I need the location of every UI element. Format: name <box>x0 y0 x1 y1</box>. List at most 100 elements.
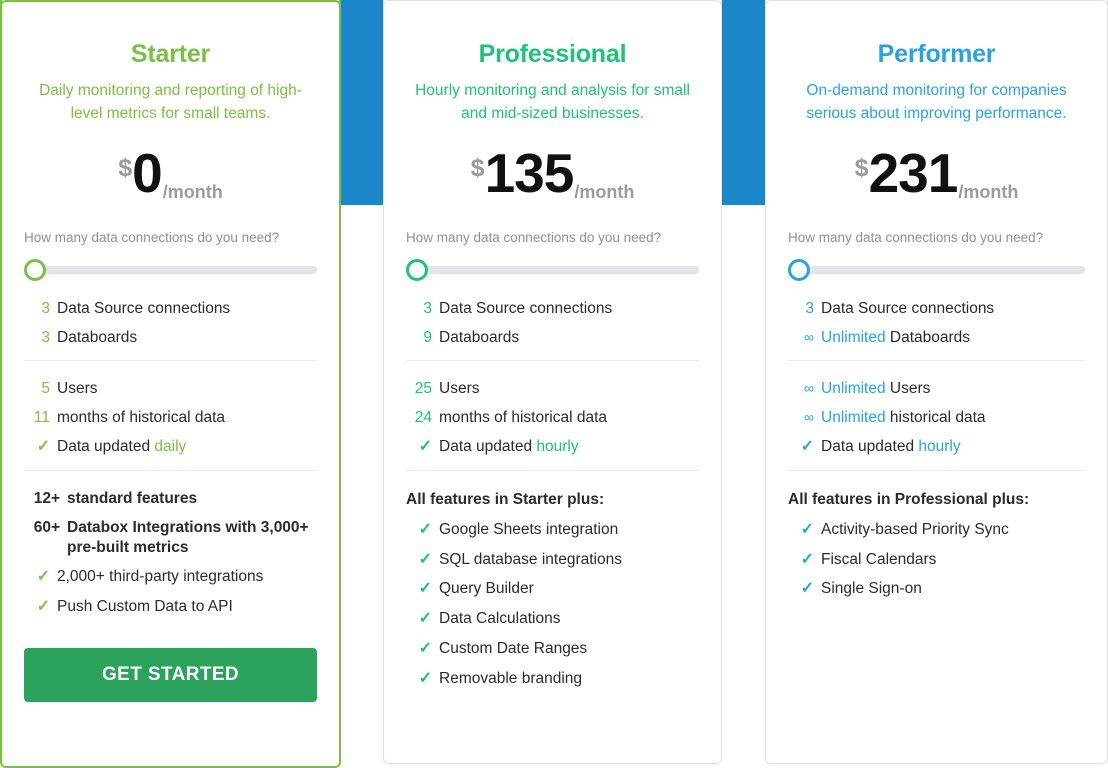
feature-row: 24 months of historical data <box>406 408 699 428</box>
feature-label: Users <box>57 379 98 397</box>
feature-row: ✓ Custom Date Ranges <box>406 639 699 660</box>
check-icon: ✓ <box>418 669 432 687</box>
divider-2-professional <box>406 469 699 471</box>
price-amount-starter: 0 <box>132 141 163 204</box>
check-icon: ✓ <box>36 438 50 456</box>
numbered-features-starter: 12+ standard features 60+ Databox Integrati… <box>24 489 317 558</box>
slider-question-performer: How many data connections do you need? <box>788 229 1044 245</box>
slider-knob-icon-performer[interactable] <box>788 258 810 281</box>
feature-quantity: 9 <box>423 328 432 346</box>
feature-group-usage-performer: ∞ Unlimited Users ∞ Unlimited historical da… <box>788 379 1085 458</box>
feature-label: Fiscal Calendars <box>821 550 937 568</box>
feature-row: ✓ Activity-based Priority Sync <box>788 520 1085 541</box>
feature-label: Data Source connections <box>821 299 995 317</box>
slider-track-professional[interactable] <box>422 265 699 274</box>
feature-quantity: 12+ <box>33 489 60 507</box>
price-currency-starter: $ <box>118 153 133 182</box>
feature-group-usage-professional: 25 Users 24 months of historical data ✓ Data … <box>406 379 699 458</box>
price-period-professional: /month <box>574 181 635 202</box>
feature-row: ✓ Google Sheets integration <box>406 520 699 541</box>
feature-group-connections-professional: 3 Data Source connections 9 Databoards <box>406 299 699 348</box>
slider-knob-icon-starter[interactable] <box>24 258 46 281</box>
feature-quantity: 3 <box>41 328 50 346</box>
connections-slider-performer[interactable] <box>788 258 1085 281</box>
check-icon: ✓ <box>800 438 814 456</box>
slider-question-professional: How many data connections do you need? <box>406 229 662 245</box>
feature-group-usage-starter: 5 Users 11 months of historical data ✓ Data u… <box>24 379 317 458</box>
feature-highlight: daily <box>154 438 187 456</box>
feature-row: 5 Users <box>24 379 317 399</box>
feature-highlight: hourly <box>536 438 579 456</box>
feature-row: 60+ Databox Integrations with 3,000+ pre-… <box>24 518 317 558</box>
feature-label: Activity-based Priority Sync <box>821 520 1009 538</box>
feature-row: ∞ Unlimited Databoards <box>788 328 1085 348</box>
price-period-performer: /month <box>958 181 1019 202</box>
feature-highlight: Unlimited <box>821 379 890 397</box>
feature-row: 3 Data Source connections <box>406 299 699 319</box>
feature-label: Users <box>439 379 480 397</box>
feature-label: Data Calculations <box>439 610 561 628</box>
check-icon: ✓ <box>418 610 432 628</box>
slider-track-performer[interactable] <box>804 265 1085 274</box>
pricing-card-performer: Performer On-demand monitoring for compan… <box>765 0 1108 764</box>
divider-2-starter <box>24 469 317 471</box>
plan-title-starter: Starter <box>130 40 211 68</box>
price-amount-performer: 231 <box>868 141 959 204</box>
feature-row: ✓ Query Builder <box>406 579 699 600</box>
feature-label: Data updated daily <box>57 438 187 456</box>
feature-label: Data updated hourly <box>439 438 579 456</box>
feature-label: Unlimited historical data <box>821 408 986 426</box>
feature-quantity: 11 <box>33 408 50 426</box>
plan-description-performer: On-demand monitoring for companies serio… <box>806 82 1067 123</box>
features-heading-professional: All features in Starter plus: <box>406 490 605 508</box>
feature-row: 3 Data Source connections <box>788 299 1085 319</box>
feature-label: 2,000+ third-party integrations <box>57 568 264 586</box>
feature-row: ✓ Removable branding <box>406 669 699 690</box>
check-icon: ✓ <box>36 568 50 586</box>
feature-label: Unlimited Users <box>821 379 931 397</box>
check-icon: ✓ <box>800 550 814 568</box>
get-started-button-starter[interactable]: GET STARTED <box>24 647 317 702</box>
card-content-performer: Performer On-demand monitoring for compan… <box>766 40 1107 600</box>
feature-row: ✓ Data Calculations <box>406 609 699 630</box>
price-currency-professional: $ <box>470 153 485 182</box>
feature-label: Custom Date Ranges <box>439 640 588 658</box>
feature-label: Unlimited Databoards <box>821 328 971 346</box>
feature-row: ∞ Unlimited Users <box>788 379 1085 399</box>
feature-label: Data updated hourly <box>821 438 961 456</box>
feature-label: Databoards <box>439 328 520 346</box>
checked-features-professional: ✓ Google Sheets integration ✓ SQL database … <box>406 520 699 690</box>
price-amount-professional: 135 <box>484 141 575 204</box>
divider-2-performer <box>788 469 1085 471</box>
feature-group-connections-starter: 3 Data Source connections 3 Databoards <box>24 299 317 348</box>
check-icon: ✓ <box>418 580 432 598</box>
pricing-page: Starter Daily monitoring and reporting of… <box>0 0 1108 768</box>
slider-knob-icon-professional[interactable] <box>406 258 428 281</box>
connections-slider-professional[interactable] <box>406 258 699 281</box>
feature-quantity: 5 <box>41 379 50 397</box>
connections-slider-starter[interactable] <box>24 258 317 281</box>
feature-label: Databoards <box>57 328 138 346</box>
feature-row: ✓ 2,000+ third-party integrations <box>24 567 317 588</box>
card-content-starter: Starter Daily monitoring and reporting of… <box>2 40 339 702</box>
feature-label: SQL database integrations <box>439 550 622 568</box>
checked-features-performer: ✓ Activity-based Priority Sync ✓ Fiscal Cal… <box>788 520 1085 600</box>
slider-track-starter[interactable] <box>40 265 317 274</box>
price-performer: $231/month <box>788 141 1085 210</box>
feature-row: ✓ Fiscal Calendars <box>788 550 1085 571</box>
pricing-card-list: Starter Daily monitoring and reporting of… <box>0 0 1108 768</box>
divider-1-performer <box>788 359 1085 361</box>
feature-row: 9 Databoards <box>406 328 699 348</box>
feature-label: Query Builder <box>439 580 534 598</box>
check-icon: ✓ <box>800 580 814 598</box>
feature-highlight: Unlimited <box>821 408 890 426</box>
plan-description-professional: Hourly monitoring and analysis for small… <box>415 82 690 123</box>
plan-title-performer: Performer <box>877 40 996 68</box>
check-icon: ✓ <box>36 598 50 616</box>
feature-row: ✓ SQL database integrations <box>406 550 699 571</box>
divider-1-starter <box>24 359 317 361</box>
price-period-starter: /month <box>162 181 223 202</box>
feature-quantity: 25 <box>414 379 432 397</box>
feature-label: Data Source connections <box>57 299 231 317</box>
infinity-icon: ∞ <box>804 379 814 396</box>
